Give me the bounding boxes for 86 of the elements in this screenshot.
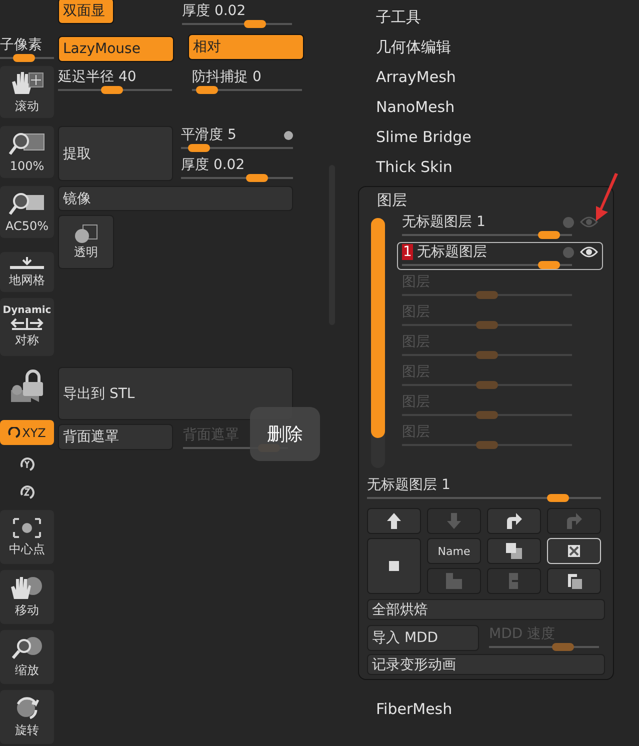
transparent-button[interactable]: 透明 [58, 215, 114, 269]
tool-button[interactable]: 滚动 [0, 66, 54, 118]
slider-thumb[interactable] [246, 174, 268, 182]
option-button[interactable]: 相对 [188, 34, 304, 60]
slider[interactable] [367, 494, 601, 502]
tool-button[interactable]: 中心点 [0, 510, 54, 564]
zoom-icon [8, 191, 46, 217]
tool-button[interactable]: 100% [0, 126, 54, 178]
slider-label: 无标题图层 1 [367, 476, 450, 494]
slider-thumb[interactable] [13, 54, 36, 62]
record-button[interactable]: 记录变形动画 [367, 654, 605, 675]
slider-label: 厚度 0.02 [182, 2, 246, 20]
slider[interactable] [192, 86, 302, 94]
hand-sphere-icon [10, 576, 44, 600]
tool-button[interactable]: 旋转 [0, 690, 54, 744]
option-button[interactable]: 导出到 STL [58, 367, 293, 420]
slider-thumb[interactable] [196, 86, 218, 94]
curved-arrow-icon [504, 511, 524, 531]
option-button[interactable]: 镜像 [58, 186, 293, 211]
import-mdd-button[interactable]: 导入 MDD [367, 625, 479, 651]
floor-grid-icon [9, 256, 45, 270]
bake-all-button[interactable]: 全部烘焙 [367, 599, 605, 620]
symmetry-button[interactable]: Dynamic 对称 [0, 298, 54, 356]
slider[interactable] [182, 20, 292, 28]
status-dot[interactable] [563, 246, 574, 258]
menu-item[interactable]: NanoMesh [358, 92, 614, 122]
name-button[interactable]: Name [427, 538, 481, 564]
layer-tool-button[interactable] [487, 508, 541, 534]
slider-thumb[interactable] [538, 261, 560, 269]
menu-item[interactable]: Thick Skin [358, 152, 614, 182]
slider-label: 防抖捕捉 0 [192, 68, 262, 86]
menu-item[interactable]: FiberMesh [358, 694, 614, 724]
menu-item[interactable]: 几何体编辑 [358, 32, 614, 62]
status-dot[interactable] [563, 216, 574, 228]
hand-icon [9, 70, 45, 96]
sphere-square-icon [72, 224, 100, 244]
indicator-dot [284, 130, 293, 140]
down-arrow-icon [444, 511, 464, 531]
xyz-rotation-button[interactable]: XYZ [0, 420, 54, 445]
tool-button[interactable]: 缩放 [0, 630, 54, 684]
slider[interactable] [0, 54, 54, 62]
slider-thumb[interactable] [547, 494, 570, 502]
layer-name: 无标题图层 1 [402, 213, 486, 231]
slider[interactable] [402, 261, 572, 269]
menu-item[interactable]: 子工具 [358, 2, 614, 32]
slider[interactable] [181, 144, 293, 152]
tool-button[interactable]: 地网格 [0, 252, 54, 292]
layer-tool-button[interactable] [487, 538, 541, 564]
option-button[interactable]: 提取 [58, 126, 173, 181]
slider-thumb[interactable] [244, 20, 266, 28]
menu-item[interactable]: ArrayMesh [358, 62, 614, 92]
slider-label: 延迟半径 40 [58, 68, 136, 86]
tool-button[interactable]: AC50% [0, 186, 54, 238]
curved-arrow-icon [564, 511, 584, 531]
tool-button[interactable]: 移动 [0, 570, 54, 624]
step-shape-icon [444, 571, 464, 591]
slider[interactable] [402, 231, 572, 239]
center-point-icon [12, 516, 42, 538]
option-button[interactable]: LazyMouse [58, 36, 174, 62]
rotate-icon [8, 426, 20, 438]
slider[interactable] [58, 86, 172, 94]
stacked-squares-icon [504, 541, 524, 561]
rotate-z-icon[interactable] [18, 483, 36, 501]
slider-thumb[interactable] [538, 231, 560, 239]
tooltip: 删除 [250, 407, 320, 461]
layer-name: 1 无标题图层 [402, 243, 487, 261]
rotate-y-icon[interactable] [18, 455, 36, 473]
option-button[interactable]: 双面显 [58, 0, 114, 24]
layer-tool-button[interactable] [367, 508, 421, 534]
up-arrow-icon [384, 511, 404, 531]
panel-title: 图层 [376, 191, 408, 210]
slider-label: 厚度 0.02 [181, 156, 245, 174]
slider[interactable] [181, 174, 293, 182]
slider-thumb[interactable] [101, 86, 124, 94]
layer-tool-button[interactable] [547, 568, 601, 594]
zoom-sphere-icon [10, 636, 44, 660]
layer-row[interactable]: 无标题图层 1 [397, 212, 603, 240]
symmetry-icon [10, 318, 44, 330]
layer-tool-button[interactable] [367, 538, 421, 594]
slider-thumb[interactable] [188, 144, 210, 152]
slider-label: 平滑度 5 [181, 126, 236, 144]
zoom-icon [8, 131, 46, 157]
option-button[interactable]: 背面遮罩 [58, 424, 173, 450]
menu-item[interactable]: Slime Bridge [358, 122, 614, 152]
slider-label: 子像素 [0, 36, 42, 54]
layer-row[interactable]: 1 无标题图层 [397, 242, 603, 270]
